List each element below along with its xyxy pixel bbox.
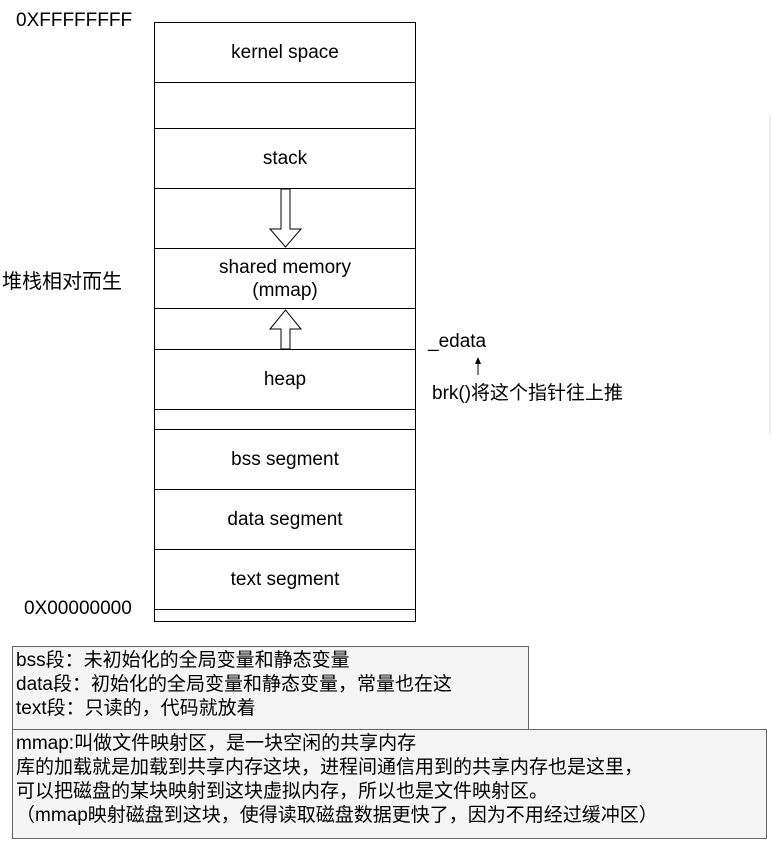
edata-label: _edata — [428, 331, 487, 352]
note-line: data段：初始化的全局变量和静态变量，常量也在这 — [16, 674, 452, 695]
note-line: mmap:叫做文件映射区，是一块空闲的共享内存 — [16, 733, 417, 754]
arrows-layer — [268, 115, 771, 435]
note-line: （mmap映射磁盘到这块，使得读取磁盘数据更快了，因为不用经过缓冲区） — [16, 805, 658, 826]
note-line: 库的加载就是加载到共享内存这块，进程间通信用到的共享内存也是这里， — [16, 757, 644, 778]
note-line: 可以把磁盘的某块映射到这块虚拟内存，所以也是文件映射区。 — [16, 781, 549, 802]
brk-label: brk()将这个指针往上推 — [432, 383, 624, 404]
stack-down-arrow-icon — [268, 188, 303, 248]
note-line: text段：只读的，代码就放着 — [16, 698, 256, 719]
heap-up-arrow-icon — [268, 309, 303, 350]
mmap-note: mmap:叫做文件映射区，是一块空闲的共享内存 库的加载就是加载到共享内存这块，… — [12, 729, 767, 839]
segments-note: bss段：未初始化的全局变量和静态变量 data段：初始化的全局变量和静态变量，… — [12, 646, 529, 730]
note-line: bss段：未初始化的全局变量和静态变量 — [16, 650, 350, 671]
